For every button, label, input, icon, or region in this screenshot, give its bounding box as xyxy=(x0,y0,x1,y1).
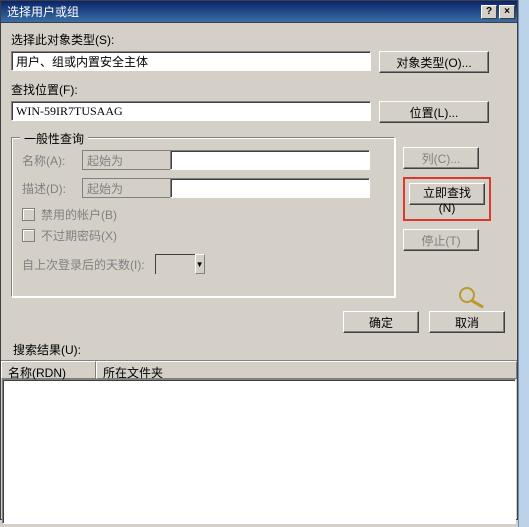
columns-button[interactable]: 列(C)... xyxy=(403,147,479,169)
search-results-label: 搜索结果(U): xyxy=(1,337,517,360)
disabled-accounts-label: 禁用的帐户(B) xyxy=(41,206,117,223)
find-now-button[interactable]: 立即查找(N) xyxy=(409,183,485,205)
locations-button[interactable]: 位置(L)... xyxy=(379,101,489,123)
title-text: 选择用户或组 xyxy=(7,3,79,20)
common-queries-title: 一般性查询 xyxy=(20,130,88,147)
desc-input[interactable] xyxy=(170,178,370,198)
close-button[interactable]: × xyxy=(499,5,515,19)
name-label: 名称(A): xyxy=(22,152,82,169)
dialog-window: 选择用户或组 ? × 选择此对象类型(S): 对象类型(O)... 查找位置(F… xyxy=(0,0,518,520)
side-buttons: 列(C)... 立即查找(N) 停止(T) xyxy=(403,147,491,316)
non-expiring-pw-label: 不过期密码(X) xyxy=(41,227,117,244)
object-type-field xyxy=(11,51,371,71)
checkbox-box-icon xyxy=(22,229,35,242)
find-now-highlight: 立即查找(N) xyxy=(403,177,491,221)
days-since-logon-label: 自上次登录后的天数(I): xyxy=(22,256,145,273)
col-name-rdn[interactable]: 名称(RDN) xyxy=(1,361,96,379)
magnifier-icon xyxy=(457,285,491,316)
object-types-button[interactable]: 对象类型(O)... xyxy=(379,51,489,73)
name-mode-combo[interactable]: ▼ xyxy=(82,150,162,170)
common-queries-group: 一般性查询 名称(A): ▼ 描述(D): ▼ xyxy=(11,137,395,297)
location-label: 查找位置(F): xyxy=(11,81,507,98)
object-type-label: 选择此对象类型(S): xyxy=(11,31,507,48)
days-value xyxy=(155,254,195,274)
days-combo[interactable]: ▼ xyxy=(155,254,201,274)
titlebar[interactable]: 选择用户或组 ? × xyxy=(1,1,517,23)
disabled-accounts-checkbox[interactable]: 禁用的帐户(B) xyxy=(22,206,384,223)
results-header: 名称(RDN) 所在文件夹 xyxy=(1,360,517,379)
content-area: 选择此对象类型(S): 对象类型(O)... 查找位置(F): 位置(L)...… xyxy=(1,23,517,305)
desc-label: 描述(D): xyxy=(22,180,82,197)
chevron-down-icon[interactable]: ▼ xyxy=(195,254,205,274)
col-folder[interactable]: 所在文件夹 xyxy=(96,361,517,379)
stop-button[interactable]: 停止(T) xyxy=(403,229,479,251)
location-field xyxy=(11,101,371,121)
help-button[interactable]: ? xyxy=(481,5,497,19)
checkbox-box-icon xyxy=(22,208,35,221)
background-window-edge xyxy=(518,0,529,527)
results-list[interactable] xyxy=(2,379,516,524)
non-expiring-pw-checkbox[interactable]: 不过期密码(X) xyxy=(22,227,384,244)
desc-mode-combo[interactable]: ▼ xyxy=(82,178,162,198)
name-input[interactable] xyxy=(170,150,370,170)
